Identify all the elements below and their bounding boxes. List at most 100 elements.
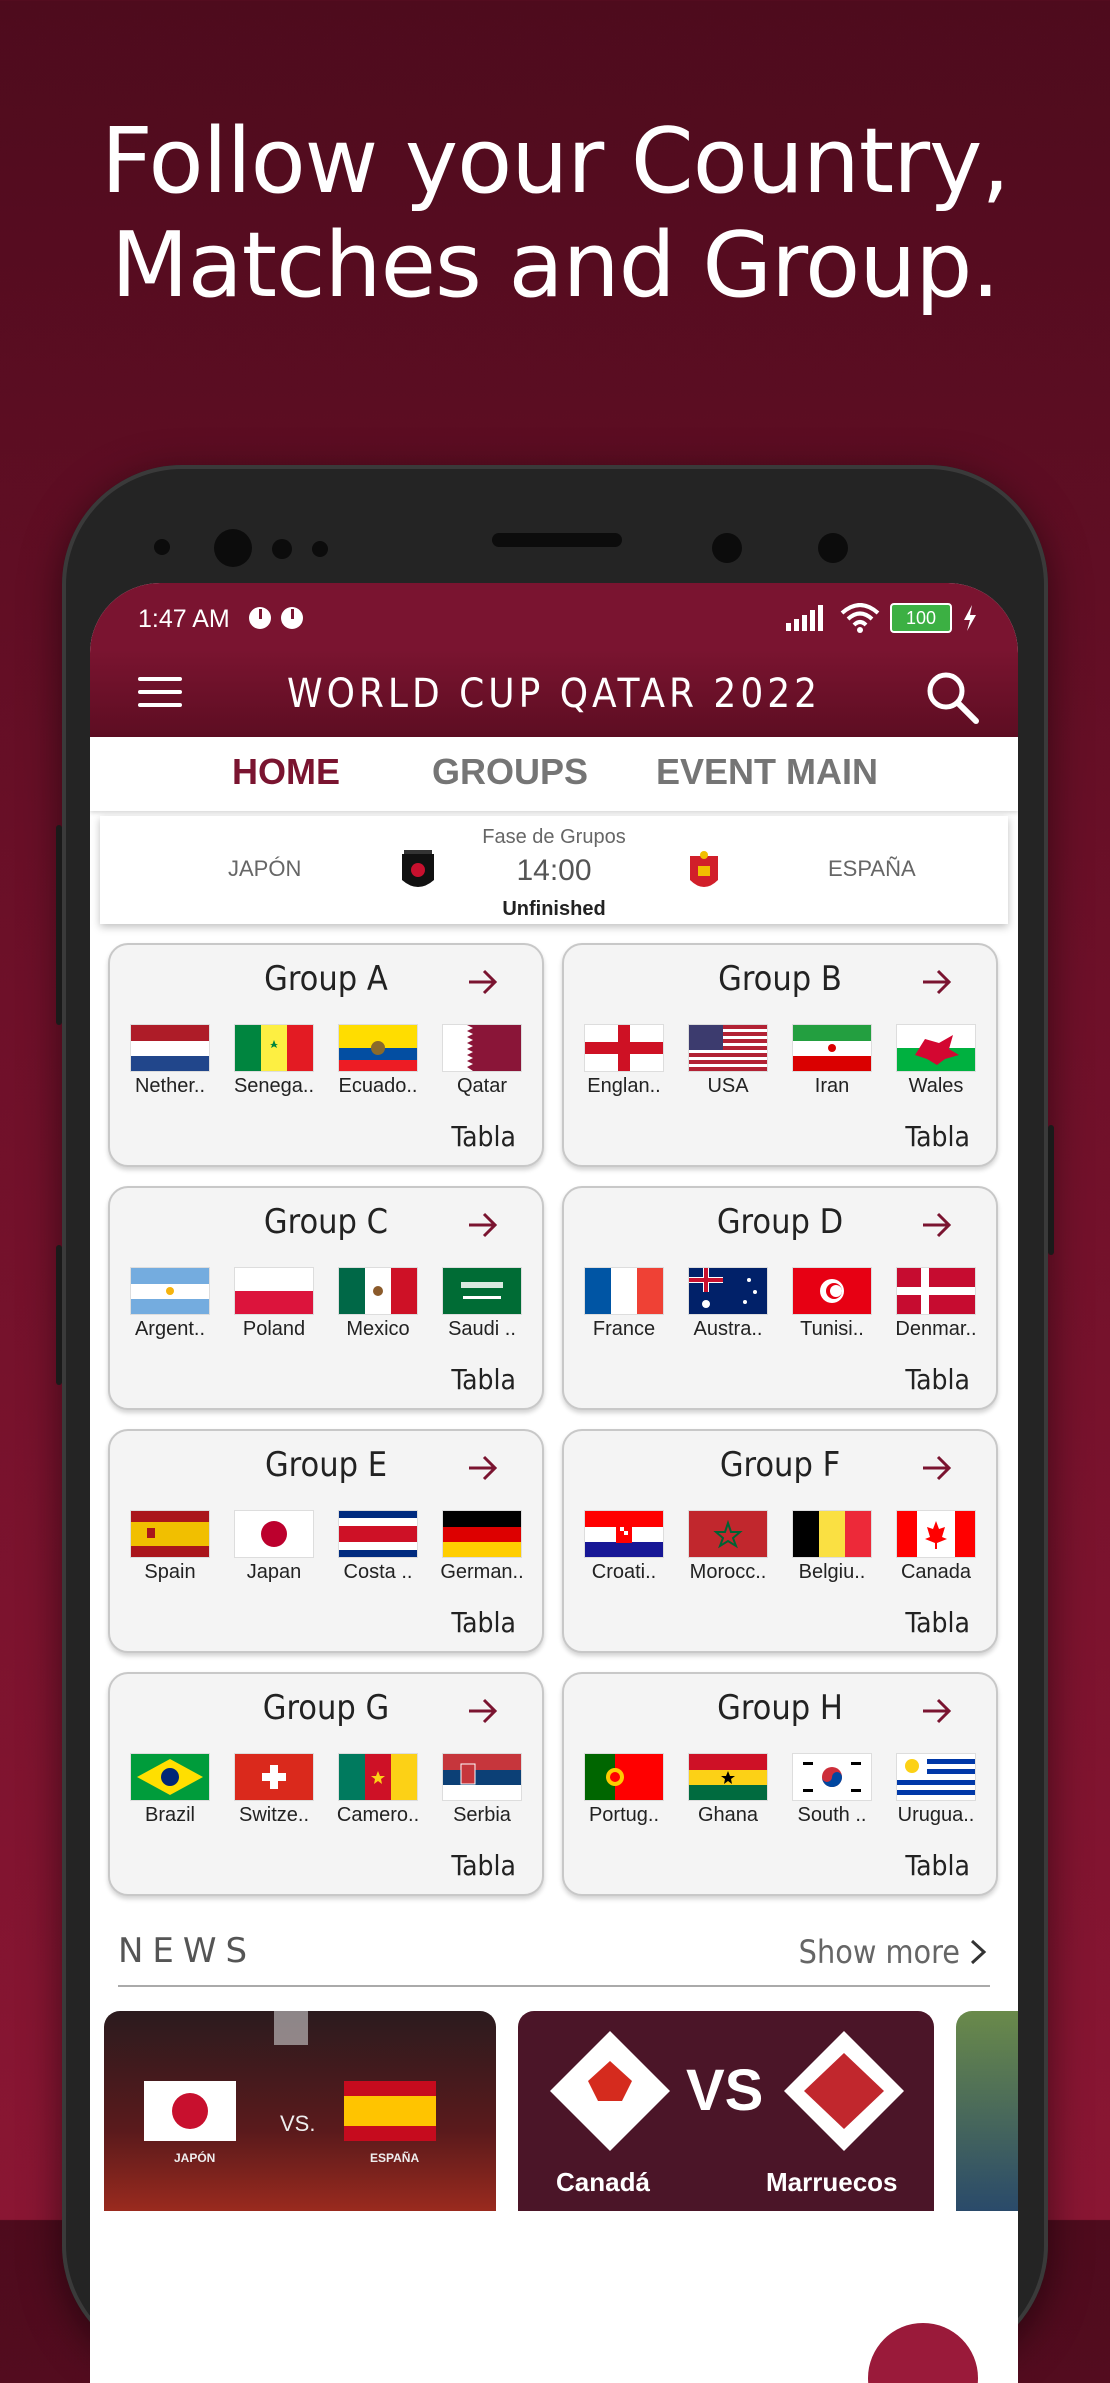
arrow-right-icon[interactable]: [920, 1208, 954, 1242]
news-card-2-right: Marruecos: [766, 2167, 898, 2197]
team-item[interactable]: Austra..: [680, 1268, 776, 1341]
flag-icon-kr: [793, 1754, 871, 1800]
team-item[interactable]: Costa ..: [330, 1511, 426, 1584]
show-more-link[interactable]: Show more: [799, 1933, 960, 1971]
group-card[interactable]: Group C Argent.. Poland Mexico Saudi .. Tabla: [108, 1186, 544, 1410]
tab-groups[interactable]: GROUPS: [432, 751, 588, 793]
flag-icon-rs: [443, 1754, 521, 1800]
status-bar: 1:47 AM 100: [90, 583, 1018, 649]
team-item[interactable]: Belgiu..: [784, 1511, 880, 1584]
team-item[interactable]: Croati..: [576, 1511, 672, 1584]
team-item[interactable]: France: [576, 1268, 672, 1341]
news-card-3[interactable]: [956, 2011, 1018, 2211]
team-name: Iran: [814, 1075, 850, 1097]
arrow-right-icon[interactable]: [466, 1451, 500, 1485]
team-item[interactable]: Tunisi..: [784, 1268, 880, 1341]
chevron-right-icon[interactable]: [966, 1937, 990, 1967]
table-link[interactable]: Tabla: [451, 1363, 516, 1396]
news-title: NEWS: [118, 1931, 257, 1971]
team-name: Belgiu..: [798, 1561, 866, 1583]
table-link[interactable]: Tabla: [451, 1120, 516, 1153]
table-link[interactable]: Tabla: [905, 1606, 970, 1639]
team-item[interactable]: Iran: [784, 1025, 880, 1098]
match-card[interactable]: Fase de Grupos JAPÓN 14:00 Unfinished ES…: [100, 816, 1008, 924]
group-card[interactable]: Group E Spain Japan Costa .. German.. Tabla: [108, 1429, 544, 1653]
group-card[interactable]: Group G Brazil Switze.. Camero.. Serbia Tabla: [108, 1672, 544, 1896]
table-link[interactable]: Tabla: [905, 1849, 970, 1882]
volume-button-lower: [56, 1245, 62, 1385]
team-item[interactable]: Morocc..: [680, 1511, 776, 1584]
headline-line-2: Matches and Group.: [110, 213, 1000, 318]
group-card[interactable]: Group H Portug.. Ghana South .. Urugua.. Tabl…: [562, 1672, 998, 1896]
group-card[interactable]: Group B Englan.. USA Iran Wales Tabla: [562, 943, 998, 1167]
flag-icon-nl: [131, 1025, 209, 1071]
match-phase: Fase de Grupos: [482, 826, 626, 848]
team-item[interactable]: Camero..: [330, 1754, 426, 1827]
arrow-right-icon[interactable]: [466, 965, 500, 999]
table-link[interactable]: Tabla: [905, 1363, 970, 1396]
table-link[interactable]: Tabla: [905, 1120, 970, 1153]
team-name: France: [592, 1318, 656, 1340]
tab-event-main[interactable]: EVENT MAIN: [656, 751, 878, 793]
team-item[interactable]: Saudi ..: [434, 1268, 530, 1341]
group-teams: Nether.. Senega.. Ecuado.. Qatar: [122, 1025, 530, 1098]
team-item[interactable]: Urugua..: [888, 1754, 984, 1827]
team-name: USA: [707, 1075, 749, 1097]
team-item[interactable]: Ghana: [680, 1754, 776, 1827]
news-card-2-left: Canadá: [556, 2167, 650, 2197]
group-teams: France Austra.. Tunisi.. Denmar..: [576, 1268, 984, 1341]
floating-action-button[interactable]: [868, 2323, 978, 2383]
arrow-right-icon[interactable]: [920, 1451, 954, 1485]
spain-crest-icon: [690, 851, 718, 887]
sensor-lens: [712, 533, 742, 563]
arrow-right-icon[interactable]: [920, 1694, 954, 1728]
team-item[interactable]: USA: [680, 1025, 776, 1098]
status-time: 1:47 AM: [138, 605, 230, 633]
flag-icon-gh: [689, 1754, 767, 1800]
team-item[interactable]: Spain: [122, 1511, 218, 1584]
team-item[interactable]: Switze..: [226, 1754, 322, 1827]
flag-icon-br: [131, 1754, 209, 1800]
group-card[interactable]: Group F Croati.. Morocc.. Belgiu.. Canada Tab…: [562, 1429, 998, 1653]
team-item[interactable]: Mexico: [330, 1268, 426, 1341]
team-item[interactable]: Argent..: [122, 1268, 218, 1341]
arrow-right-icon[interactable]: [466, 1208, 500, 1242]
team-item[interactable]: Ecuado..: [330, 1025, 426, 1098]
arrow-right-icon[interactable]: [466, 1694, 500, 1728]
team-item[interactable]: Japan: [226, 1511, 322, 1584]
team-item[interactable]: Portug..: [576, 1754, 672, 1827]
table-link[interactable]: Tabla: [451, 1606, 516, 1639]
power-button: [1048, 1125, 1054, 1255]
team-name: Camero..: [336, 1804, 420, 1826]
team-name: Austra..: [693, 1318, 763, 1340]
team-item[interactable]: German..: [434, 1511, 530, 1584]
team-item[interactable]: Senega..: [226, 1025, 322, 1098]
group-card[interactable]: Group D France Austra.. Tunisi.. Denmar.. Tab…: [562, 1186, 998, 1410]
flag-icon-wa: [897, 1025, 975, 1071]
team-item[interactable]: Qatar: [434, 1025, 530, 1098]
team-name: Denmar..: [895, 1318, 977, 1340]
team-item[interactable]: Wales: [888, 1025, 984, 1098]
arrow-right-icon[interactable]: [920, 965, 954, 999]
team-item[interactable]: Canada: [888, 1511, 984, 1584]
team-item[interactable]: Nether..: [122, 1025, 218, 1098]
group-card[interactable]: Group A Nether.. Senega.. Ecuado.. Qatar Tabl…: [108, 943, 544, 1167]
team-item[interactable]: Brazil: [122, 1754, 218, 1827]
tab-home[interactable]: HOME: [232, 751, 340, 793]
news-card-1[interactable]: VS. JAPÓN ESPAÑA: [104, 2011, 496, 2211]
signal-icon: [786, 605, 823, 631]
search-icon[interactable]: [924, 669, 980, 725]
earpiece-speaker: [492, 533, 622, 547]
news-card-1-left: JAPÓN: [174, 2151, 216, 2165]
app-title: WORLD CUP QATAR 2022: [287, 671, 821, 717]
news-card-2[interactable]: VS Canadá Marruecos: [518, 2011, 934, 2211]
team-item[interactable]: South ..: [784, 1754, 880, 1827]
flag-icon-sa: [443, 1268, 521, 1314]
team-item[interactable]: Denmar..: [888, 1268, 984, 1341]
team-item[interactable]: Poland: [226, 1268, 322, 1341]
team-item[interactable]: Serbia: [434, 1754, 530, 1827]
table-link[interactable]: Tabla: [451, 1849, 516, 1882]
flag-icon-uy: [897, 1754, 975, 1800]
charging-icon: [964, 605, 976, 631]
team-item[interactable]: Englan..: [576, 1025, 672, 1098]
